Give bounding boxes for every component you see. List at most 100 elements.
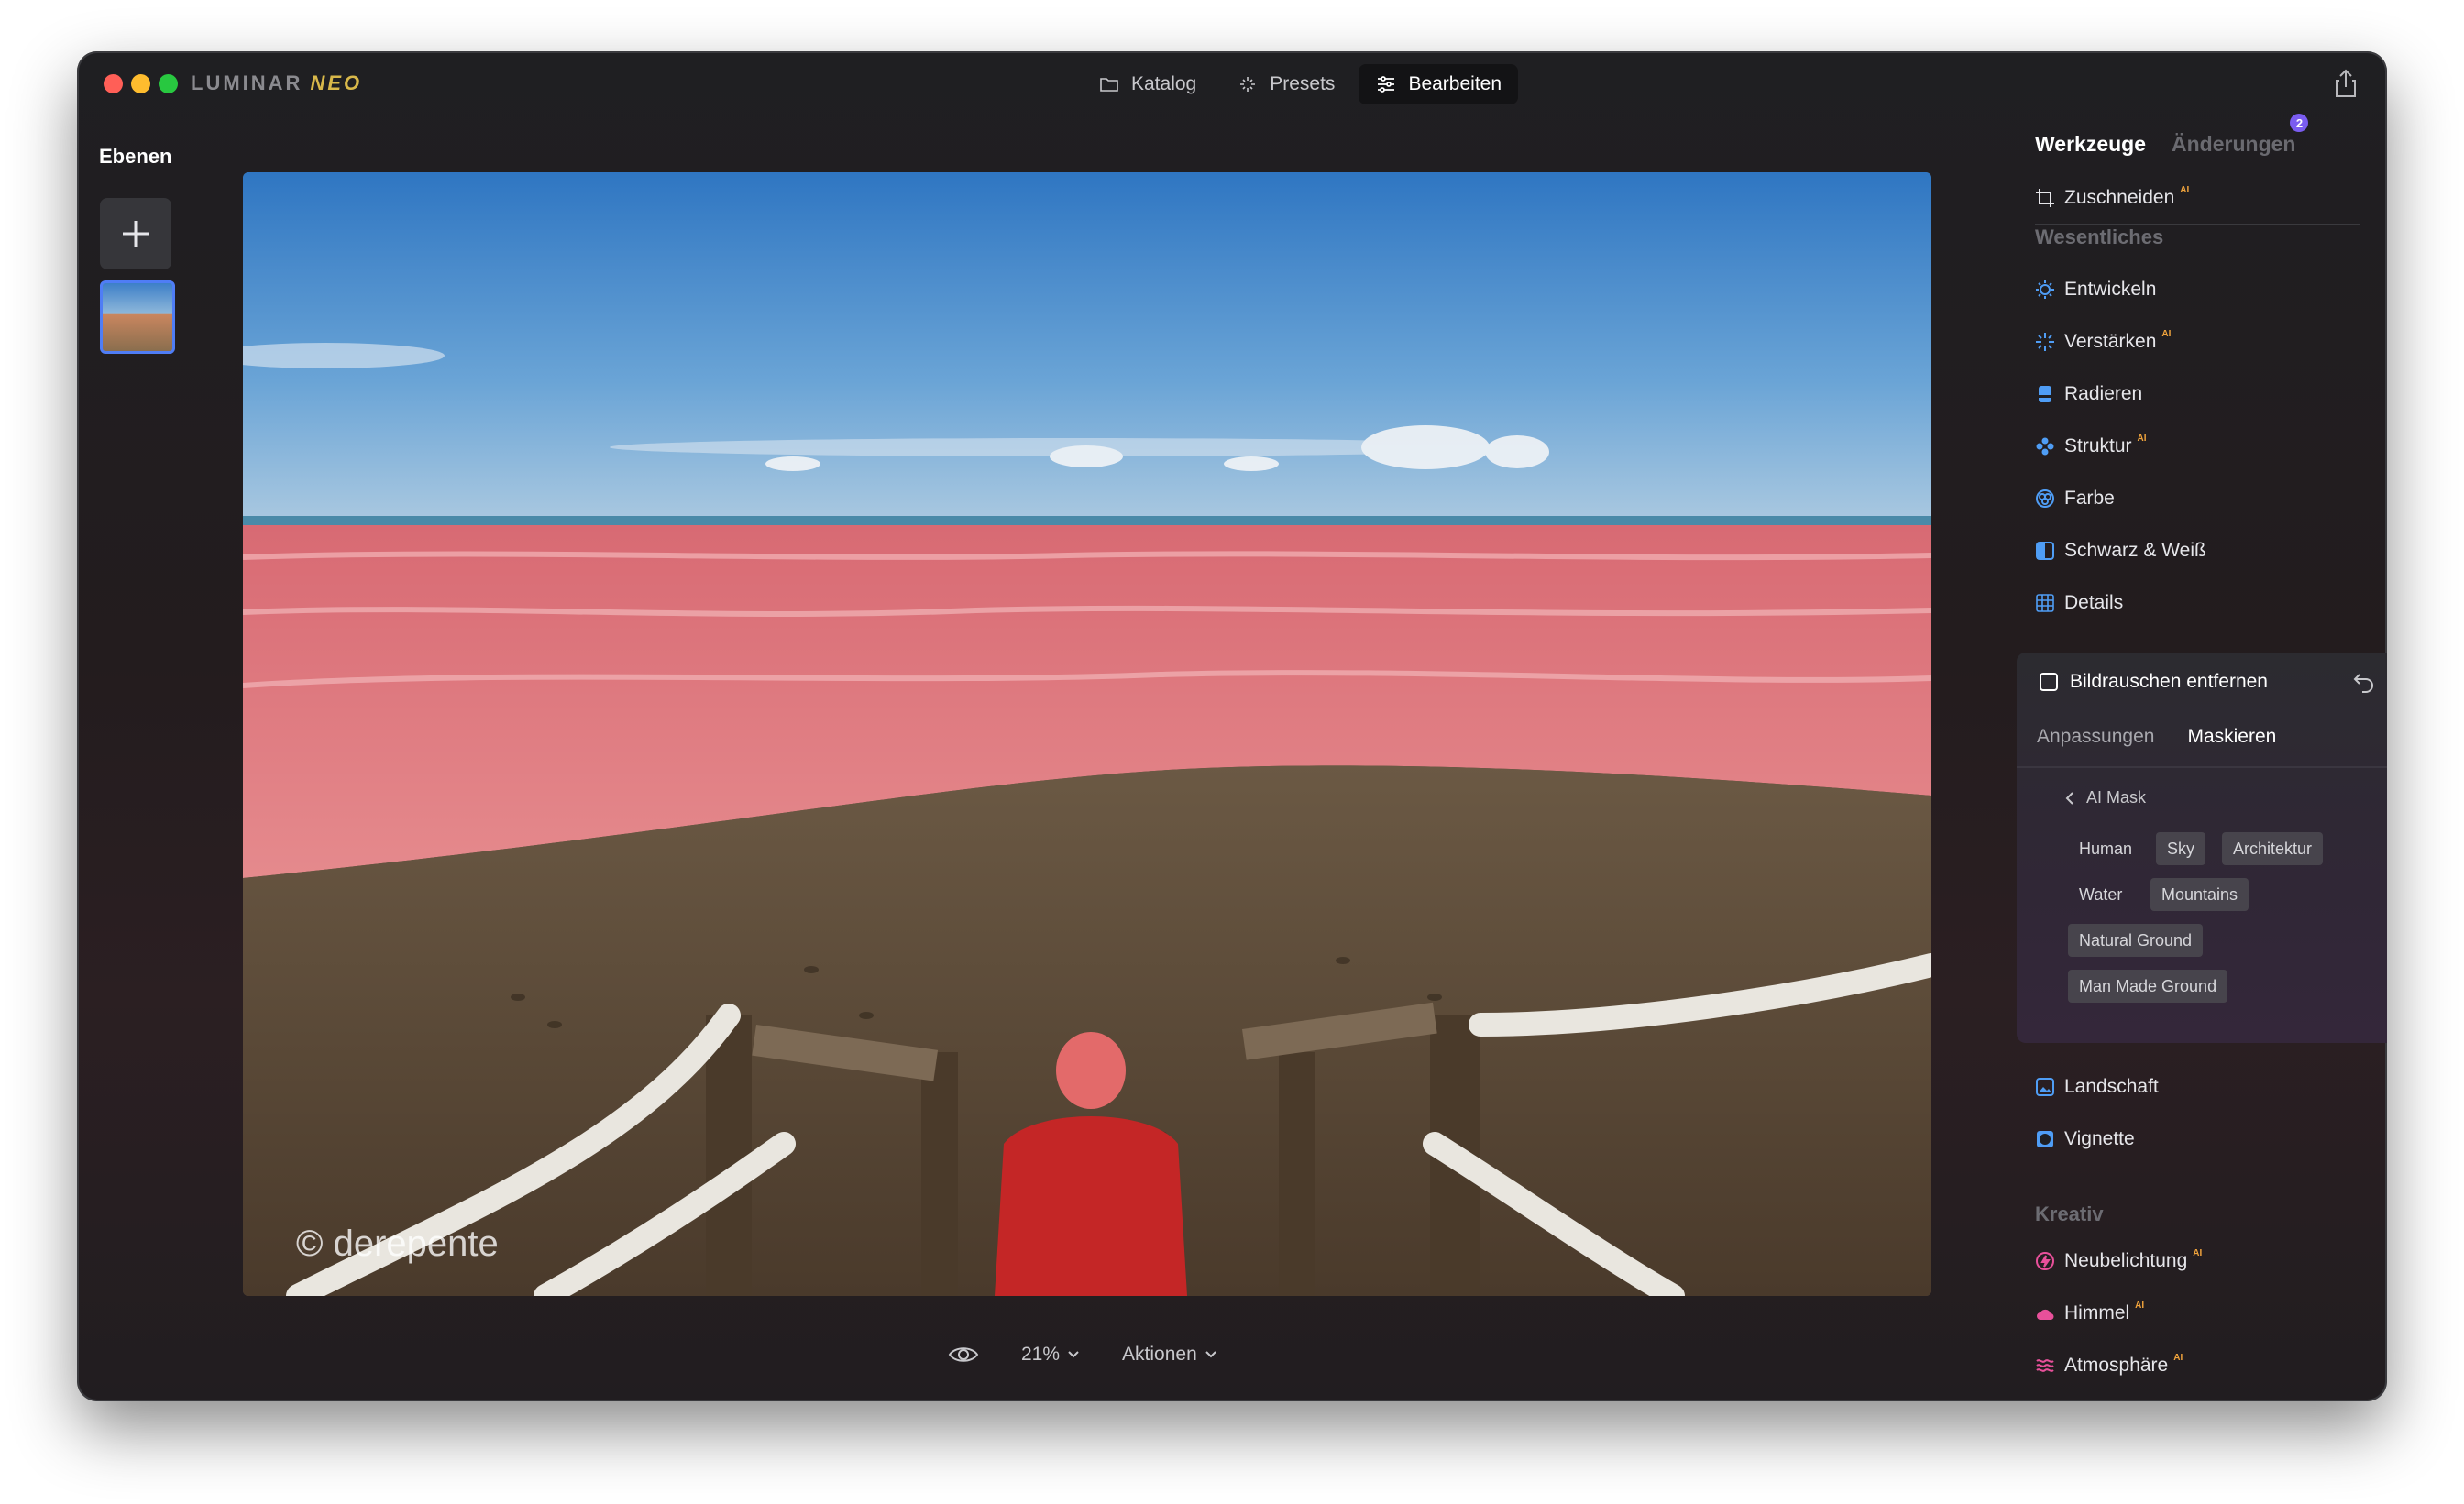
enhance-sparkle-icon <box>2036 333 2054 351</box>
ai-badge: AI <box>2137 433 2147 444</box>
subtab-adjustments[interactable]: Anpassungen <box>2037 726 2154 748</box>
tool-color[interactable]: Farbe <box>2035 488 2115 510</box>
tool-erase-label: Radieren <box>2064 383 2143 404</box>
eraser-icon <box>2039 386 2052 402</box>
sun-icon <box>2036 280 2054 299</box>
ai-badge: AI <box>2162 328 2172 339</box>
tool-color-label: Farbe <box>2064 488 2115 509</box>
section-creative: Kreativ <box>2035 1202 2104 1225</box>
logo-neo-text: NEO <box>310 71 363 94</box>
tool-relight[interactable]: Neubelichtung AI <box>2035 1247 2203 1272</box>
tool-enhance[interactable]: Verstärken AI <box>2035 328 2172 353</box>
structure-icon <box>2036 437 2054 456</box>
atmosphere-waves-icon <box>2036 1359 2054 1372</box>
mask-chip-water[interactable]: Water <box>2068 878 2133 911</box>
relight-icon <box>2036 1252 2054 1270</box>
tab-tools[interactable]: Werkzeuge <box>2035 132 2146 157</box>
landscape-icon <box>2036 1078 2054 1096</box>
mask-chip-natural-ground[interactable]: Natural Ground <box>2068 924 2204 957</box>
chevron-down-icon <box>1068 1351 1079 1358</box>
chevron-left-icon <box>2065 791 2074 805</box>
tool-structure[interactable]: Struktur AI <box>2035 433 2147 457</box>
subtabs-divider <box>2017 766 2387 768</box>
close-window-button[interactable] <box>104 74 123 93</box>
tool-vignette[interactable]: Vignette <box>2035 1128 2135 1150</box>
panel-tabs: Werkzeuge Änderungen 2 <box>2035 114 2309 157</box>
reset-icon[interactable] <box>2352 671 2376 695</box>
tab-changes[interactable]: Änderungen 2 <box>2172 114 2309 157</box>
tab-changes-label: Änderungen <box>2172 132 2296 156</box>
actions-dropdown[interactable]: Aktionen <box>1122 1344 1217 1366</box>
mask-chip-human[interactable]: Human <box>2068 832 2143 865</box>
tool-structure-label: Struktur <box>2064 435 2132 456</box>
mask-chip-sky[interactable]: Sky <box>2156 832 2206 865</box>
add-layer-button[interactable] <box>100 198 171 269</box>
sparkle-icon <box>1240 77 1256 92</box>
mask-chip-man-made-ground[interactable]: Man Made Ground <box>2068 970 2228 1003</box>
tool-crop-label: Zuschneiden <box>2064 187 2175 208</box>
canvas-bottom-bar: 21% Aktionen <box>948 1344 1217 1366</box>
color-icon <box>2036 489 2054 508</box>
catalog-tab[interactable]: Katalog <box>1082 64 1213 104</box>
vignette-icon <box>2037 1131 2053 1147</box>
chevron-down-icon <box>1205 1351 1216 1358</box>
subtab-masking[interactable]: Maskieren <box>2187 726 2276 748</box>
tool-relight-label: Neubelichtung <box>2064 1250 2188 1271</box>
tool-crop[interactable]: Zuschneiden AI <box>2035 184 2190 209</box>
changes-count-badge: 2 <box>2290 114 2309 132</box>
tool-enhance-label: Verstärken <box>2064 331 2157 352</box>
folder-icon <box>1100 78 1118 92</box>
tool-erase[interactable]: Radieren <box>2035 383 2142 405</box>
ai-mask-back[interactable]: AI Mask <box>2064 788 2146 807</box>
details-grid-icon <box>2036 594 2054 612</box>
eye-icon <box>948 1347 979 1362</box>
edit-tab[interactable]: Bearbeiten <box>1358 64 1519 104</box>
zoom-window-button[interactable] <box>159 74 178 93</box>
logo-main-text: LUMINAR <box>191 71 303 94</box>
photo-canvas[interactable]: © derepente <box>243 172 1931 1296</box>
tool-landscape-label: Landschaft <box>2064 1076 2159 1097</box>
app-window: LUMINAR NEO Katalog Presets Bearbeiten Eb… <box>77 51 2387 1401</box>
tool-atmosphere[interactable]: Atmosphäre AI <box>2035 1352 2184 1377</box>
edit-tab-label: Bearbeiten <box>1408 73 1502 94</box>
tool-landscape[interactable]: Landschaft <box>2035 1076 2159 1098</box>
layer-thumbnail[interactable] <box>100 280 175 354</box>
tool-atmosphere-label: Atmosphäre <box>2064 1355 2169 1376</box>
ai-badge: AI <box>2180 184 2190 195</box>
tool-details[interactable]: Details <box>2035 592 2123 614</box>
ai-mask-label: AI Mask <box>2086 788 2147 807</box>
actions-label: Aktionen <box>1122 1344 1197 1365</box>
denoise-icon <box>2040 673 2058 691</box>
minimize-window-button[interactable] <box>131 74 150 93</box>
mask-chip-mountains[interactable]: Mountains <box>2150 878 2250 911</box>
layers-title: Ebenen <box>99 145 172 168</box>
tool-details-label: Details <box>2064 592 2124 613</box>
tool-develop-label: Entwickeln <box>2064 279 2157 300</box>
sliders-icon <box>1378 76 1395 93</box>
tool-vignette-label: Vignette <box>2064 1128 2135 1149</box>
active-tool-card: Bildrauschen entfernen Anpassungen Maski… <box>2017 653 2387 1043</box>
active-tool-header[interactable]: Bildrauschen entfernen <box>2039 671 2268 693</box>
section-essentials: Wesentliches <box>2035 225 2164 248</box>
black-white-icon <box>2036 542 2054 560</box>
tools-panel: Werkzeuge Änderungen 2 Zuschneiden AI Wes… <box>2011 51 2387 1401</box>
crop-icon <box>2036 189 2054 207</box>
top-navigation: Katalog Presets Bearbeiten <box>1082 64 1519 104</box>
presets-tab-label: Presets <box>1270 73 1336 94</box>
ai-badge: AI <box>2135 1300 2145 1311</box>
app-logo: LUMINAR NEO <box>191 71 362 95</box>
ai-badge: AI <box>2173 1352 2184 1363</box>
ai-badge: AI <box>2193 1247 2203 1258</box>
zoom-dropdown[interactable]: 21% <box>1021 1344 1080 1366</box>
plus-icon <box>123 221 148 247</box>
cloud-icon <box>2037 1309 2054 1320</box>
presets-tab[interactable]: Presets <box>1220 64 1351 104</box>
zoom-value: 21% <box>1021 1344 1061 1365</box>
preview-toggle[interactable] <box>948 1345 979 1365</box>
tool-develop[interactable]: Entwickeln <box>2035 279 2156 301</box>
mask-chip-architecture[interactable]: Architektur <box>2222 832 2324 865</box>
tool-sky[interactable]: Himmel AI <box>2035 1300 2145 1324</box>
catalog-tab-label: Katalog <box>1131 73 1197 94</box>
tool-bw[interactable]: Schwarz & Weiß <box>2035 540 2206 562</box>
tool-sky-label: Himmel <box>2064 1302 2130 1323</box>
